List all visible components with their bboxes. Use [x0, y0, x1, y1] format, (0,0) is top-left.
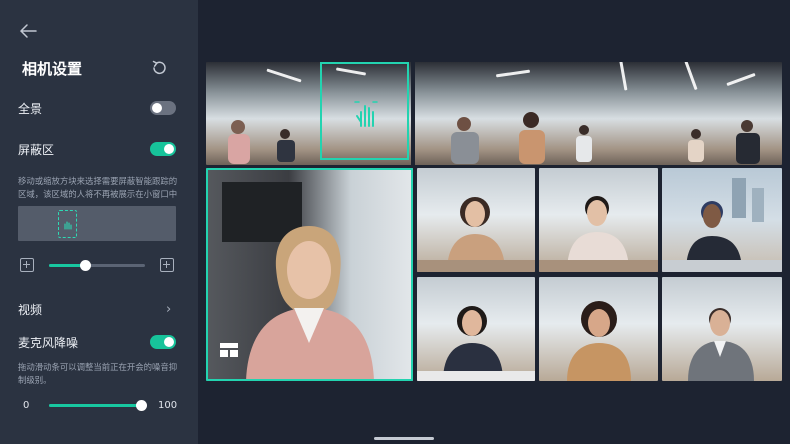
mic-noise-toggle[interactable] — [150, 335, 176, 349]
slider-thumb[interactable] — [79, 260, 91, 271]
toggle-knob — [152, 103, 162, 113]
panorama-view[interactable] — [206, 62, 782, 165]
slider-fill — [49, 404, 141, 407]
mic-noise-label: 麦克风降噪 — [18, 336, 79, 350]
mask-selection-box[interactable] — [58, 210, 77, 238]
participant-figure — [688, 308, 754, 381]
mask-region-frame[interactable] — [320, 62, 409, 160]
panel-title: 相机设置 — [22, 60, 83, 78]
reset-icon[interactable] — [150, 59, 168, 77]
panorama-toggle[interactable] — [150, 101, 176, 115]
participant-figure — [662, 178, 782, 272]
active-speaker-highlight — [206, 168, 413, 381]
video-stage — [198, 0, 790, 444]
hand-drag-icon — [354, 101, 378, 127]
toggle-knob — [164, 144, 174, 154]
participant-tile-3[interactable] — [662, 168, 782, 272]
participant-figure — [539, 196, 658, 272]
mask-area-label: 屏蔽区 — [18, 143, 55, 157]
camera-settings-panel: 相机设置 全景 屏蔽区 移动或缩放方块来选择需要屏蔽智能跟踪的区域，该区域的人将… — [0, 0, 198, 444]
participant-tile-5[interactable] — [539, 277, 658, 381]
hand-drag-icon — [64, 221, 72, 230]
mask-zoom-slider[interactable] — [49, 260, 145, 271]
participant-figure — [567, 301, 631, 381]
slider-thumb[interactable] — [135, 400, 147, 411]
noise-level-slider[interactable] — [49, 400, 147, 411]
panorama-label: 全景 — [18, 102, 43, 116]
panorama-participants — [228, 112, 760, 164]
chevron-right-icon[interactable]: › — [166, 302, 171, 317]
video-label[interactable]: 视频 — [18, 301, 42, 318]
participant-figure — [417, 306, 535, 381]
participant-tile-1[interactable] — [417, 168, 535, 272]
toggle-knob — [164, 337, 174, 347]
mask-area-toggle[interactable] — [150, 142, 176, 156]
mask-preview[interactable] — [18, 206, 176, 241]
participant-tile-2[interactable] — [539, 168, 658, 272]
participant-tile-6[interactable] — [662, 277, 782, 381]
active-speaker-tile[interactable] — [206, 168, 413, 381]
noise-max-label: 100 — [158, 400, 178, 411]
zoom-out-icon[interactable] — [20, 258, 34, 272]
zoom-in-icon[interactable] — [160, 258, 174, 272]
home-indicator[interactable] — [374, 437, 434, 440]
participant-figure — [417, 197, 535, 272]
noise-min-label: 0 — [23, 400, 30, 411]
participant-tile-4[interactable] — [417, 277, 535, 381]
mic-help-text: 拖动滑动条可以调整当前正在开会的噪音抑制级别。 — [18, 362, 178, 385]
back-arrow-icon[interactable] — [18, 22, 38, 40]
mask-help-text: 移动或缩放方块来选择需要屏蔽智能跟踪的区域，该区域的人将不再被展示在小窗口中 — [18, 176, 178, 199]
